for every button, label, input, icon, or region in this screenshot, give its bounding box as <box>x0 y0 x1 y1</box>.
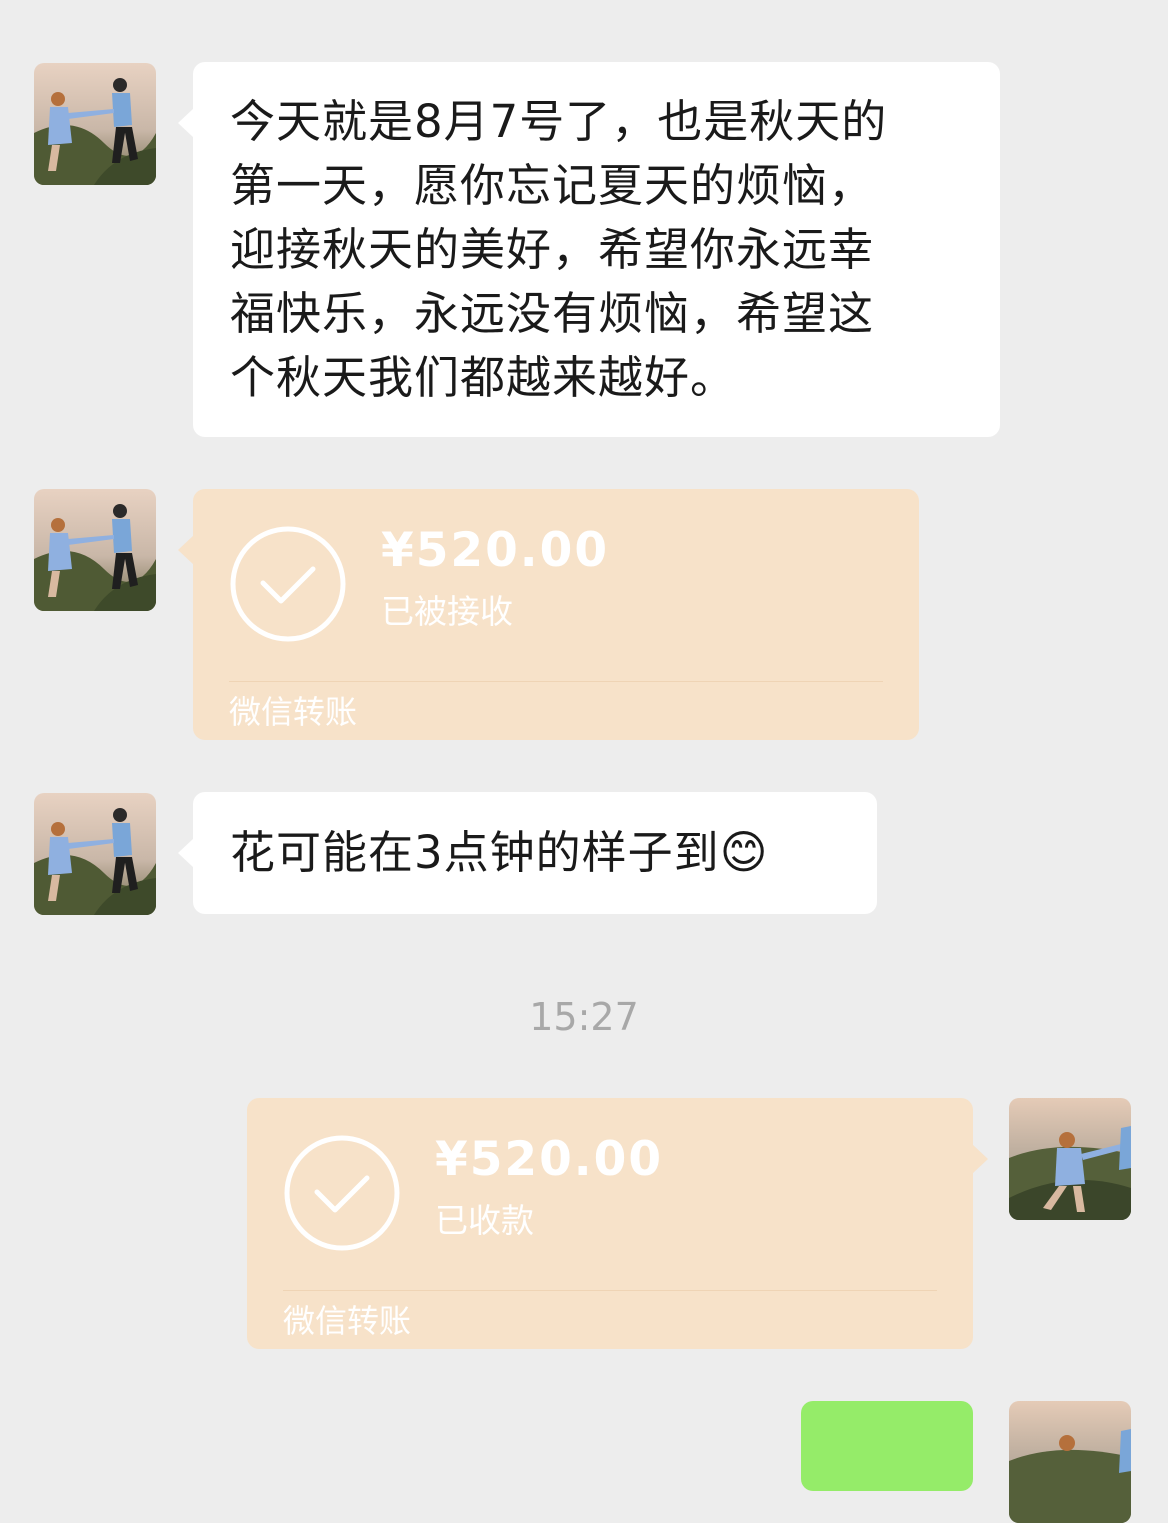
message-line: 今天就是8月7号了，也是秋天的 <box>230 95 888 148</box>
message-line: 福快乐，永远没有烦恼，希望这 <box>230 287 875 340</box>
message-line: 迎接秋天的美好，希望你永远幸 <box>230 223 875 276</box>
divider <box>283 1290 937 1291</box>
check-circle-icon <box>284 1135 400 1251</box>
message-line: 花可能在3点钟的样子到😊 <box>230 820 877 885</box>
flower-message-bubble[interactable]: 花可能在3点钟的样子到😊 <box>178 792 877 914</box>
avatar-image <box>1009 1401 1131 1523</box>
contact-avatar[interactable] <box>34 489 156 611</box>
smile-emoji-icon: 😊 <box>719 825 769 879</box>
my-avatar[interactable] <box>1009 1401 1131 1523</box>
transfer-brand-label: 微信转账 <box>229 693 358 731</box>
message-line: 第一天，愿你忘记夏天的烦恼， <box>230 159 875 212</box>
my-avatar[interactable] <box>1009 1098 1131 1220</box>
transfer-card-received[interactable]: ¥520.00 已被接收 微信转账 <box>178 489 919 740</box>
divider <box>229 681 883 682</box>
transfer-brand-label: 微信转账 <box>283 1302 412 1340</box>
check-circle-icon <box>230 526 346 642</box>
message-line: 个秋天我们都越来越好。 <box>230 351 737 404</box>
transfer-amount: ¥520.00 <box>435 1132 664 1187</box>
contact-avatar[interactable] <box>34 63 156 185</box>
avatar-image <box>1009 1098 1131 1220</box>
transfer-status: 已被接收 <box>381 592 513 631</box>
greeting-message-bubble[interactable]: 今天就是8月7号了，也是秋天的 第一天，愿你忘记夏天的烦恼， 迎接秋天的美好，希… <box>178 62 1000 437</box>
transfer-card-accepted[interactable]: ¥520.00 已收款 微信转账 <box>247 1098 988 1349</box>
transfer-status: 已收款 <box>435 1201 534 1240</box>
contact-avatar[interactable] <box>34 793 156 915</box>
message-text: 花可能在3点钟的样子到 <box>230 826 720 879</box>
avatar-image <box>34 63 156 185</box>
transfer-amount: ¥520.00 <box>381 523 610 578</box>
avatar-image <box>34 489 156 611</box>
avatar-image <box>34 793 156 915</box>
my-message-bubble[interactable] <box>801 1401 973 1491</box>
message-timestamp: 15:27 <box>529 995 639 1039</box>
